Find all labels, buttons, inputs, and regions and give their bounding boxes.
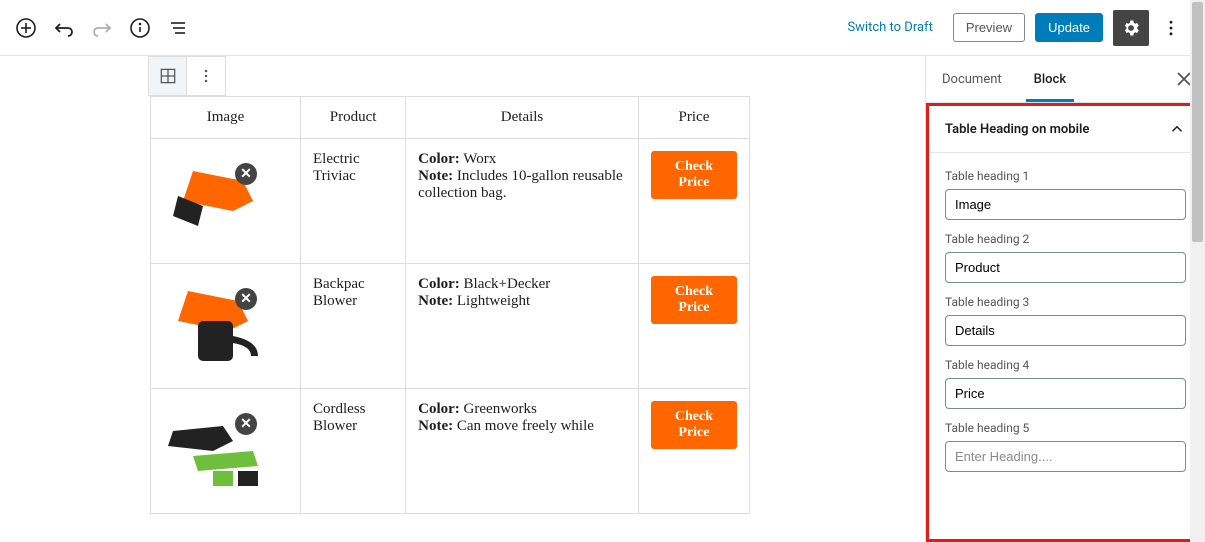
product-image[interactable]: ✕ [163, 151, 283, 251]
color-label: Color: [418, 151, 460, 167]
input-heading1[interactable] [945, 189, 1186, 220]
product-details[interactable]: Color: Worx Note: Includes 10-gallon reu… [406, 139, 639, 264]
block-more-button[interactable] [187, 57, 225, 95]
settings-button[interactable] [1113, 10, 1149, 46]
panel-heading-mobile[interactable]: Table Heading on mobile [929, 106, 1202, 153]
panel-title: Table Heading on mobile [945, 122, 1089, 137]
product-details[interactable]: Color: Black+Decker Note: Lightweight [406, 264, 639, 389]
input-heading3[interactable] [945, 315, 1186, 346]
top-toolbar: Switch to Draft Preview Update [0, 0, 1205, 56]
product-name[interactable]: Backpac Blower [301, 264, 406, 389]
check-price-button[interactable]: Check Price [651, 276, 737, 324]
outline-button[interactable] [160, 10, 196, 46]
table-row: ✕ Cordless Blower Color: Greenworks Note… [151, 389, 750, 514]
check-price-button[interactable]: Check Price [651, 401, 737, 449]
product-comparison-table: Image Product Details Price [150, 96, 750, 514]
product-name[interactable]: Electric Triviac [301, 139, 406, 264]
update-button[interactable]: Update [1035, 13, 1103, 42]
undo-button[interactable] [46, 10, 82, 46]
block-toolbar [148, 56, 226, 96]
input-heading5[interactable] [945, 441, 1186, 472]
settings-sidebar: Document Block Table Heading on mobile T… [925, 56, 1205, 542]
table-row: ✕ Electric Triviac Color: Worx Note: Inc… [151, 139, 750, 264]
table-header-price: Price [638, 97, 749, 139]
color-value: Greenworks [464, 401, 537, 417]
note-value: Lightweight [457, 293, 530, 309]
field-label-heading2: Table heading 2 [945, 232, 1186, 246]
switch-to-draft-link[interactable]: Switch to Draft [837, 14, 942, 41]
tab-document[interactable]: Document [926, 56, 1018, 102]
color-value: Worx [463, 151, 496, 167]
info-button[interactable] [122, 10, 158, 46]
table-header-details: Details [406, 97, 639, 139]
add-block-button[interactable] [8, 10, 44, 46]
remove-image-icon[interactable]: ✕ [235, 413, 257, 435]
editor-canvas: Image Product Details Price [0, 56, 925, 542]
field-label-heading4: Table heading 4 [945, 358, 1186, 372]
remove-image-icon[interactable]: ✕ [235, 163, 257, 185]
product-details[interactable]: Color: Greenworks Note: Can move freely … [406, 389, 639, 514]
remove-image-icon[interactable]: ✕ [235, 288, 257, 310]
color-value: Black+Decker [464, 276, 551, 292]
redo-button[interactable] [84, 10, 120, 46]
chevron-up-icon [1168, 120, 1186, 138]
field-label-heading5: Table heading 5 [945, 421, 1186, 435]
input-heading2[interactable] [945, 252, 1186, 283]
table-row: ✕ Backpac Blower Color: Black+Decker Not… [151, 264, 750, 389]
note-value: Can move freely while [457, 418, 594, 434]
color-label: Color: [418, 276, 460, 292]
color-label: Color: [418, 401, 460, 417]
product-image[interactable]: ✕ [163, 276, 283, 376]
page-scrollbar[interactable] [1190, 0, 1205, 542]
table-header-image: Image [151, 97, 301, 139]
product-image[interactable]: ✕ [163, 401, 283, 501]
note-label: Note: [418, 168, 453, 184]
preview-button[interactable]: Preview [953, 13, 1025, 42]
field-label-heading1: Table heading 1 [945, 169, 1186, 183]
more-menu-button[interactable] [1159, 10, 1183, 46]
field-label-heading3: Table heading 3 [945, 295, 1186, 309]
note-label: Note: [418, 293, 453, 309]
tab-block[interactable]: Block [1018, 56, 1082, 102]
product-name[interactable]: Cordless Blower [301, 389, 406, 514]
table-block-icon[interactable] [149, 57, 187, 95]
input-heading4[interactable] [945, 378, 1186, 409]
table-header-product: Product [301, 97, 406, 139]
check-price-button[interactable]: Check Price [651, 151, 737, 199]
note-label: Note: [418, 418, 453, 434]
